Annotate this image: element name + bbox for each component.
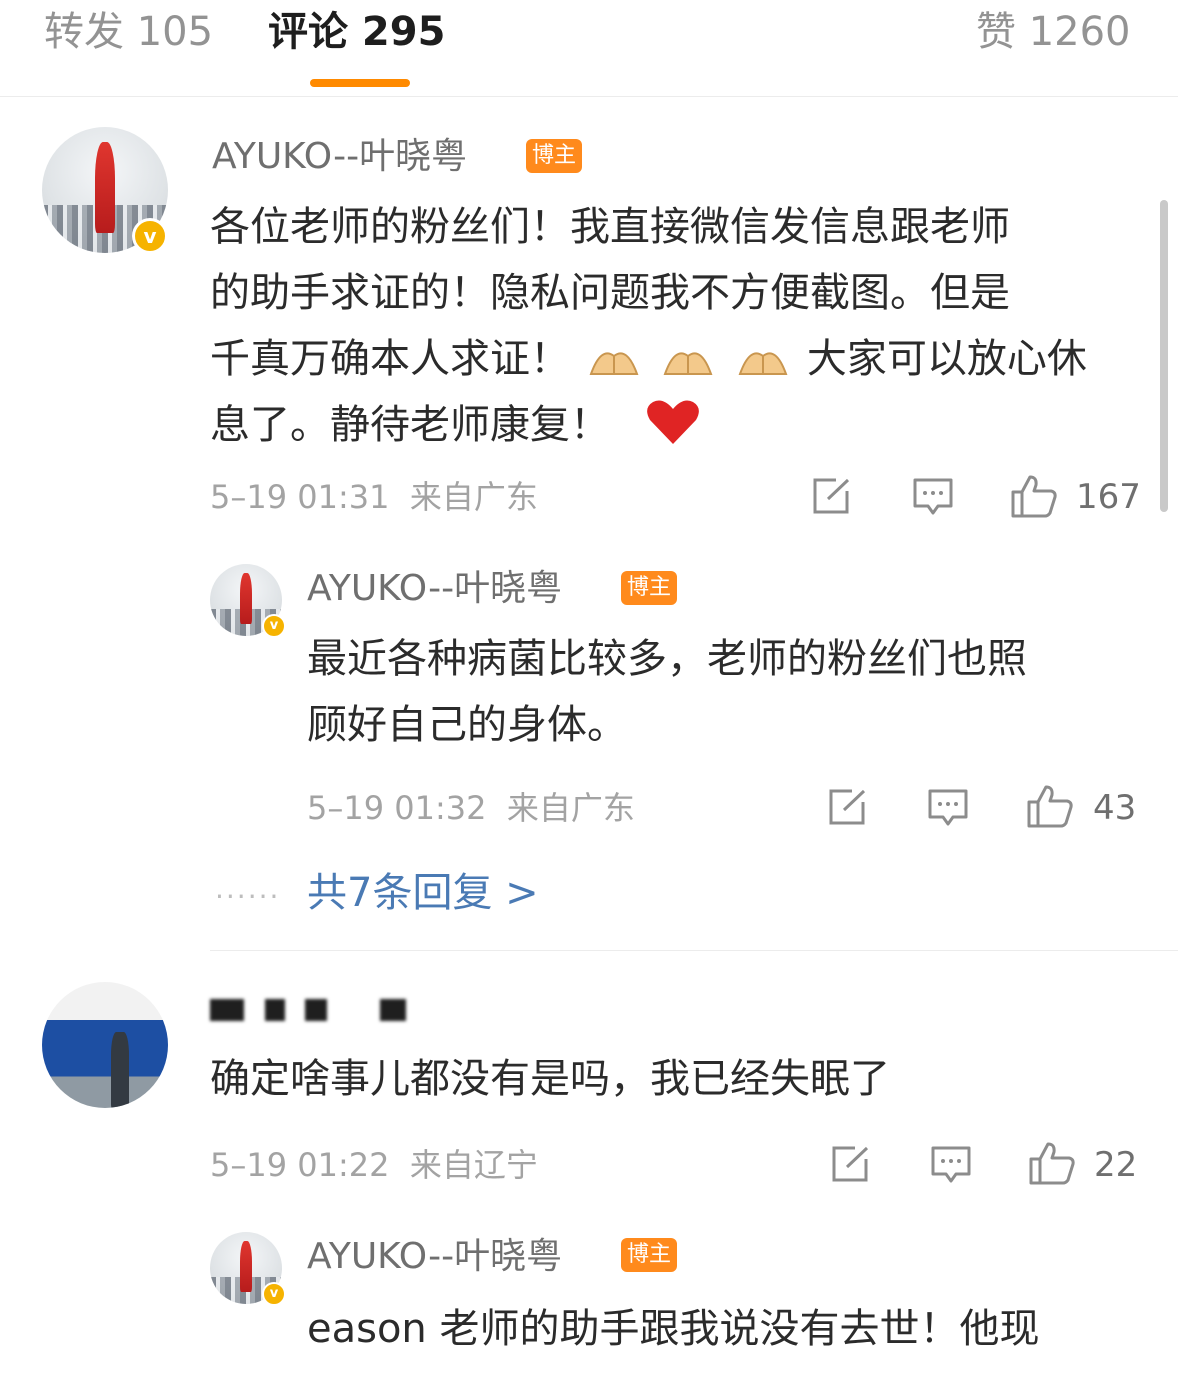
- reply-text: eason 老师的助手跟我说没有去世！他现: [307, 1306, 1040, 1352]
- comment-meta: 5–19 01:22 来自辽宁: [210, 1146, 538, 1184]
- blogger-badge: 博主: [526, 139, 583, 173]
- like-count: 167: [1076, 477, 1141, 517]
- more-dots: ······: [215, 880, 281, 913]
- tab-comments[interactable]: 评论 295: [268, 6, 445, 58]
- reply-author[interactable]: AYUKO--叶晓粤: [307, 1234, 562, 1280]
- like-count: 43: [1093, 788, 1137, 828]
- blogger-badge: 博主: [621, 1238, 678, 1272]
- reply-author[interactable]: AYUKO--叶晓粤: [307, 566, 562, 612]
- comment-meta: 5–19 01:31 来自广东: [210, 478, 538, 516]
- avatar[interactable]: [42, 982, 168, 1108]
- comment-text: 确定啥事儿都没有是吗，我已经失眠了: [210, 1056, 890, 1102]
- verified-badge: v: [262, 614, 286, 638]
- active-tab-indicator: [310, 79, 410, 87]
- verified-badge: v: [262, 1282, 286, 1306]
- thumbs-up-icon[interactable]: [1010, 474, 1058, 518]
- share-icon[interactable]: [810, 477, 852, 515]
- blogger-badge: 博主: [621, 571, 678, 605]
- comment-icon[interactable]: [930, 1145, 972, 1185]
- reply-text: 最近各种病菌比较多，老师的粉丝们也照 顾好自己的身体。: [307, 636, 1027, 748]
- tab-likes[interactable]: 赞 1260: [976, 6, 1131, 58]
- folded-hands-emoji: [589, 352, 639, 375]
- like-count: 22: [1094, 1145, 1138, 1185]
- folded-hands-emoji: [738, 352, 788, 375]
- folded-hands-emoji: [664, 352, 713, 375]
- comment-author[interactable]: AYUKO--叶晓粤: [212, 134, 467, 180]
- red-heart-emoji: [646, 400, 699, 444]
- comment-text: 各位老师的粉丝们！我直接微信发信息跟老师 的助手求证的！隐私问题我不方便截图。但…: [210, 204, 1087, 448]
- blurred-username[interactable]: [210, 995, 420, 1037]
- view-all-replies-link[interactable]: 共7条回复 >: [307, 866, 539, 920]
- thumbs-up-icon[interactable]: [1028, 1141, 1076, 1185]
- thumbs-up-icon[interactable]: [1026, 784, 1074, 828]
- tab-repost[interactable]: 转发 105: [44, 6, 213, 58]
- share-icon[interactable]: [826, 788, 868, 826]
- verified-badge: v: [132, 218, 168, 254]
- share-icon[interactable]: [829, 1145, 871, 1183]
- comment-divider: [210, 950, 1178, 951]
- reply-meta: 5–19 01:32 来自广东: [307, 789, 635, 827]
- scrollbar[interactable]: [1160, 200, 1168, 512]
- comment-icon[interactable]: [912, 477, 954, 517]
- tab-bar: 转发 105 评论 295 赞 1260: [0, 0, 1178, 97]
- comment-icon[interactable]: [927, 788, 969, 828]
